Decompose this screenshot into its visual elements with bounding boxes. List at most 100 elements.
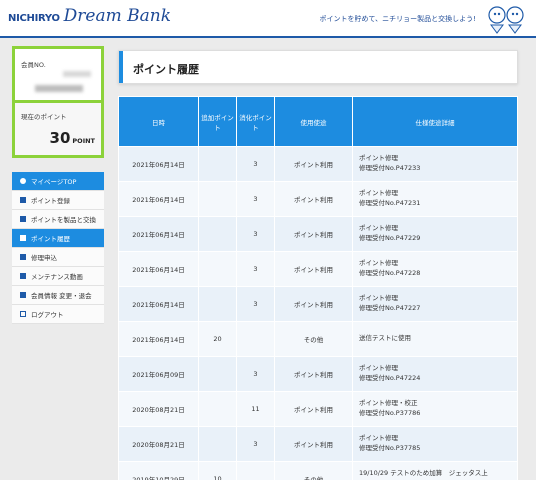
cell-date: 2021年06月09日 xyxy=(118,356,199,392)
cell-used-points: 3 xyxy=(236,251,275,287)
cell-added-points xyxy=(198,146,237,182)
cell-purpose: その他 xyxy=(274,461,353,480)
cell-added-points xyxy=(198,286,237,322)
cell-date: 2021年06月14日 xyxy=(118,286,199,322)
menu-item-point-register[interactable]: ポイント登録 xyxy=(12,191,104,210)
menu-item-label: ログアウト xyxy=(31,311,64,319)
member-info: 会員NO. xyxy=(15,49,101,103)
header-date: 日時 xyxy=(118,96,199,147)
cell-added-points: 20 xyxy=(198,321,237,357)
home-icon xyxy=(20,178,26,184)
detail-line-1: ポイント修理 xyxy=(359,189,398,198)
cell-added-points xyxy=(198,391,237,427)
table-header-row: 日時 追加ポイント 消化ポイント 使用使途 仕様使途詳細 xyxy=(118,96,518,147)
cell-purpose: ポイント利用 xyxy=(274,216,353,252)
cell-used-points: 3 xyxy=(236,426,275,462)
detail-line-1: ポイント修理 xyxy=(359,294,398,303)
menu-item-label: ポイント履歴 xyxy=(31,235,70,243)
main-content: ポイント履歴 日時 追加ポイント 消化ポイント 使用使途 仕様使途詳細 2021… xyxy=(118,50,518,480)
logo[interactable]: NICHIRYO Dream Bank xyxy=(8,6,171,32)
menu-item-label: 会員情報 変更・退会 xyxy=(31,292,92,300)
bullet-icon xyxy=(20,235,26,241)
menu-item-label: マイページTOP xyxy=(31,178,77,186)
bullet-icon xyxy=(20,216,26,222)
table-row: 2020年08月21日 11 ポイント利用 ポイント修理・校正 修理受付No.P3778… xyxy=(118,391,518,427)
cell-date: 2021年06月14日 xyxy=(118,251,199,287)
cell-purpose: ポイント利用 xyxy=(274,286,353,322)
cell-used-points: 3 xyxy=(236,146,275,182)
table-row: 2021年06月14日 3 ポイント利用 ポイント修理 修理受付No.P47233 xyxy=(118,146,518,182)
menu-item-label: 修理申込 xyxy=(31,254,57,262)
member-name-blurred xyxy=(35,85,83,92)
cell-added-points: 10 xyxy=(198,461,237,480)
table-row: 2021年06月14日 3 ポイント利用 ポイント修理 修理受付No.P47227 xyxy=(118,286,518,322)
cell-date: 2019年10月29日 xyxy=(118,461,199,480)
header-used-points: 消化ポイント xyxy=(236,96,275,147)
logo-script: Dream Bank xyxy=(63,6,172,26)
header-purpose: 使用使途 xyxy=(274,96,353,147)
cell-date: 2021年06月14日 xyxy=(118,216,199,252)
cell-purpose-detail: ポイント修理 修理受付No.P47224 xyxy=(352,356,518,392)
menu-item-repair-request[interactable]: 修理申込 xyxy=(12,248,104,267)
cell-date: 2021年06月14日 xyxy=(118,181,199,217)
points-value: 30 xyxy=(49,129,71,147)
detail-line-2: 修理受付No.P37786 xyxy=(359,409,421,417)
member-number-label: 会員NO. xyxy=(21,61,46,69)
cell-used-points: 3 xyxy=(236,286,275,322)
menu-item-mypage-top[interactable]: マイページTOP xyxy=(12,172,104,191)
bullet-icon xyxy=(20,292,26,298)
detail-line-2: 修理受付No.P47231 xyxy=(359,199,421,207)
table-body: 2021年06月14日 3 ポイント利用 ポイント修理 修理受付No.P47233 202… xyxy=(118,146,518,480)
page-title-box: ポイント履歴 xyxy=(118,50,518,84)
cell-purpose: ポイント利用 xyxy=(274,251,353,287)
cell-purpose-detail: ポイント修理 修理受付No.P47229 xyxy=(352,216,518,252)
cell-purpose: ポイント利用 xyxy=(274,426,353,462)
cell-date: 2020年08月21日 xyxy=(118,426,199,462)
cell-used-points: 3 xyxy=(236,181,275,217)
detail-line-1: ポイント修理 xyxy=(359,154,398,163)
site-header: NICHIRYO Dream Bank ポイントを貯めて、ニチリョー製品と交換し… xyxy=(0,0,536,38)
table-row: 2020年08月21日 3 ポイント利用 ポイント修理 修理受付No.P37785 xyxy=(118,426,518,462)
menu-item-label: メンテナンス動画 xyxy=(31,273,83,281)
current-points: 30 POINT xyxy=(50,129,95,147)
tagline: ポイントを貯めて、ニチリョー製品と交換しよう! xyxy=(319,15,476,23)
mascot-icon xyxy=(488,6,524,34)
table-row: 2021年06月14日 20 その他 送信テストに使用 xyxy=(118,321,518,357)
page-title: ポイント履歴 xyxy=(133,63,199,76)
cell-used-points: 3 xyxy=(236,216,275,252)
cell-date: 2021年06月14日 xyxy=(118,321,199,357)
cell-date: 2020年08月21日 xyxy=(118,391,199,427)
detail-line-2: 修理受付No.P47228 xyxy=(359,269,421,277)
cell-purpose-detail: ポイント修理 修理受付No.P47231 xyxy=(352,181,518,217)
cell-used-points xyxy=(236,321,275,357)
detail-line-1: ポイント修理・校正 xyxy=(359,399,418,408)
table-row: 2021年06月09日 3 ポイント利用 ポイント修理 修理受付No.P47224 xyxy=(118,356,518,392)
table-row: 2021年06月14日 3 ポイント利用 ポイント修理 修理受付No.P47231 xyxy=(118,181,518,217)
cell-date: 2021年06月14日 xyxy=(118,146,199,182)
menu-item-point-exchange[interactable]: ポイントを製品と交換 xyxy=(12,210,104,229)
sidebar-menu: マイページTOP ポイント登録 ポイントを製品と交換 ポイント履歴 修理申込 メ… xyxy=(12,172,104,324)
detail-line-1: ポイント修理 xyxy=(359,434,398,443)
menu-item-label: ポイント登録 xyxy=(31,197,70,205)
cell-purpose-detail: ポイント修理 修理受付No.P37785 xyxy=(352,426,518,462)
cell-used-points xyxy=(236,461,275,480)
logo-main: NICHIRYO xyxy=(8,13,60,24)
logout-icon xyxy=(20,311,26,317)
cell-purpose-detail: 送信テストに使用 xyxy=(352,321,518,357)
cell-purpose: ポイント利用 xyxy=(274,356,353,392)
bullet-icon xyxy=(20,197,26,203)
menu-item-member-info[interactable]: 会員情報 変更・退会 xyxy=(12,286,104,305)
cell-purpose: ポイント利用 xyxy=(274,391,353,427)
cell-purpose: その他 xyxy=(274,321,353,357)
detail-line-1: ポイント修理 xyxy=(359,224,398,233)
menu-item-logout[interactable]: ログアウト xyxy=(12,305,104,324)
menu-item-label: ポイントを製品と交換 xyxy=(31,216,96,224)
detail-line-2: 修理受付No.P47224 xyxy=(359,374,421,382)
detail-line-1: 送信テストに使用 xyxy=(359,334,411,343)
menu-item-point-history[interactable]: ポイント履歴 xyxy=(12,229,104,248)
cell-purpose-detail: ポイント修理 修理受付No.P47233 xyxy=(352,146,518,182)
detail-line-2: 修理受付No.P47227 xyxy=(359,304,421,312)
points-unit: POINT xyxy=(72,137,95,145)
menu-item-maintenance-video[interactable]: メンテナンス動画 xyxy=(12,267,104,286)
bullet-icon xyxy=(20,254,26,260)
